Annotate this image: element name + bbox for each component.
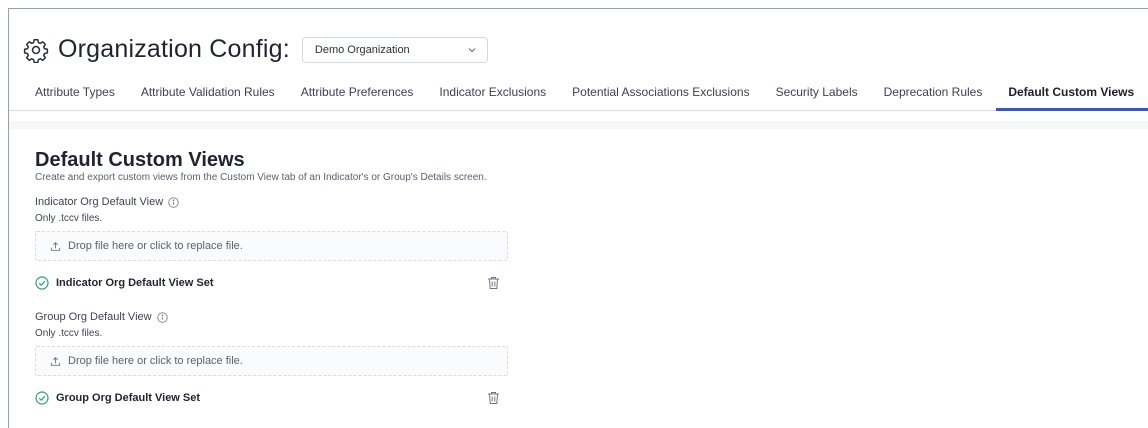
header: Organization Config: Demo Organization A… [9, 9, 1148, 121]
trash-icon[interactable] [487, 391, 500, 405]
tab-deprecation-rules[interactable]: Deprecation Rules [884, 85, 983, 110]
indicator-dropzone-text: Drop file here or click to replace file. [68, 240, 243, 252]
gear-icon [23, 38, 49, 63]
organization-select[interactable]: Demo Organization [301, 36, 488, 63]
check-circle-icon [35, 391, 49, 405]
indicator-file-hint: Only .tccv files. [35, 213, 103, 224]
indicator-default-view-block: Indicator Org Default View Only .tccv fi… [35, 196, 508, 293]
chevron-down-icon [468, 47, 476, 52]
tab-security-labels[interactable]: Security Labels [776, 85, 858, 110]
tab-attribute-types[interactable]: Attribute Types [35, 85, 115, 110]
trash-icon[interactable] [487, 276, 500, 290]
indicator-status-text: Indicator Org Default View Set [56, 277, 214, 289]
tab-bar: Attribute Types Attribute Validation Rul… [9, 75, 1148, 111]
indicator-view-label: Indicator Org Default View [35, 196, 164, 208]
tab-attribute-validation-rules[interactable]: Attribute Validation Rules [141, 85, 275, 110]
upload-icon [50, 241, 61, 251]
group-file-dropzone[interactable]: Drop file here or click to replace file. [35, 346, 508, 376]
tab-indicator-exclusions[interactable]: Indicator Exclusions [439, 85, 546, 110]
page-title: Organization Config: [58, 35, 290, 63]
indicator-status-row: Indicator Org Default View Set [35, 273, 508, 293]
indicator-file-dropzone[interactable]: Drop file here or click to replace file. [35, 231, 508, 261]
app-frame: Organization Config: Demo Organization A… [8, 8, 1148, 428]
section-description: Create and export custom views from the … [35, 172, 487, 183]
group-view-label: Group Org Default View [35, 311, 152, 323]
group-status-text: Group Org Default View Set [56, 392, 201, 404]
content-divider-band [9, 121, 1148, 129]
upload-icon [50, 356, 61, 366]
info-icon[interactable] [168, 196, 179, 208]
group-default-view-block: Group Org Default View Only .tccv files.… [35, 311, 508, 408]
title-row: Organization Config: Demo Organization [23, 35, 488, 64]
group-file-hint: Only .tccv files. [35, 328, 103, 339]
organization-select-value: Demo Organization [314, 43, 410, 56]
tab-default-custom-views[interactable]: Default Custom Views [996, 85, 1148, 111]
group-dropzone-text: Drop file here or click to replace file. [68, 355, 243, 367]
tab-potential-associations-exclusions[interactable]: Potential Associations Exclusions [572, 85, 749, 110]
content-panel: Default Custom Views Create and export c… [9, 121, 1148, 428]
section-title: Default Custom Views [35, 149, 245, 171]
group-status-row: Group Org Default View Set [35, 388, 508, 408]
check-circle-icon [35, 276, 49, 290]
info-icon[interactable] [156, 311, 168, 323]
tab-attribute-preferences[interactable]: Attribute Preferences [301, 85, 414, 110]
group-view-label-row: Group Org Default View [35, 311, 508, 323]
indicator-view-label-row: Indicator Org Default View [35, 196, 508, 208]
